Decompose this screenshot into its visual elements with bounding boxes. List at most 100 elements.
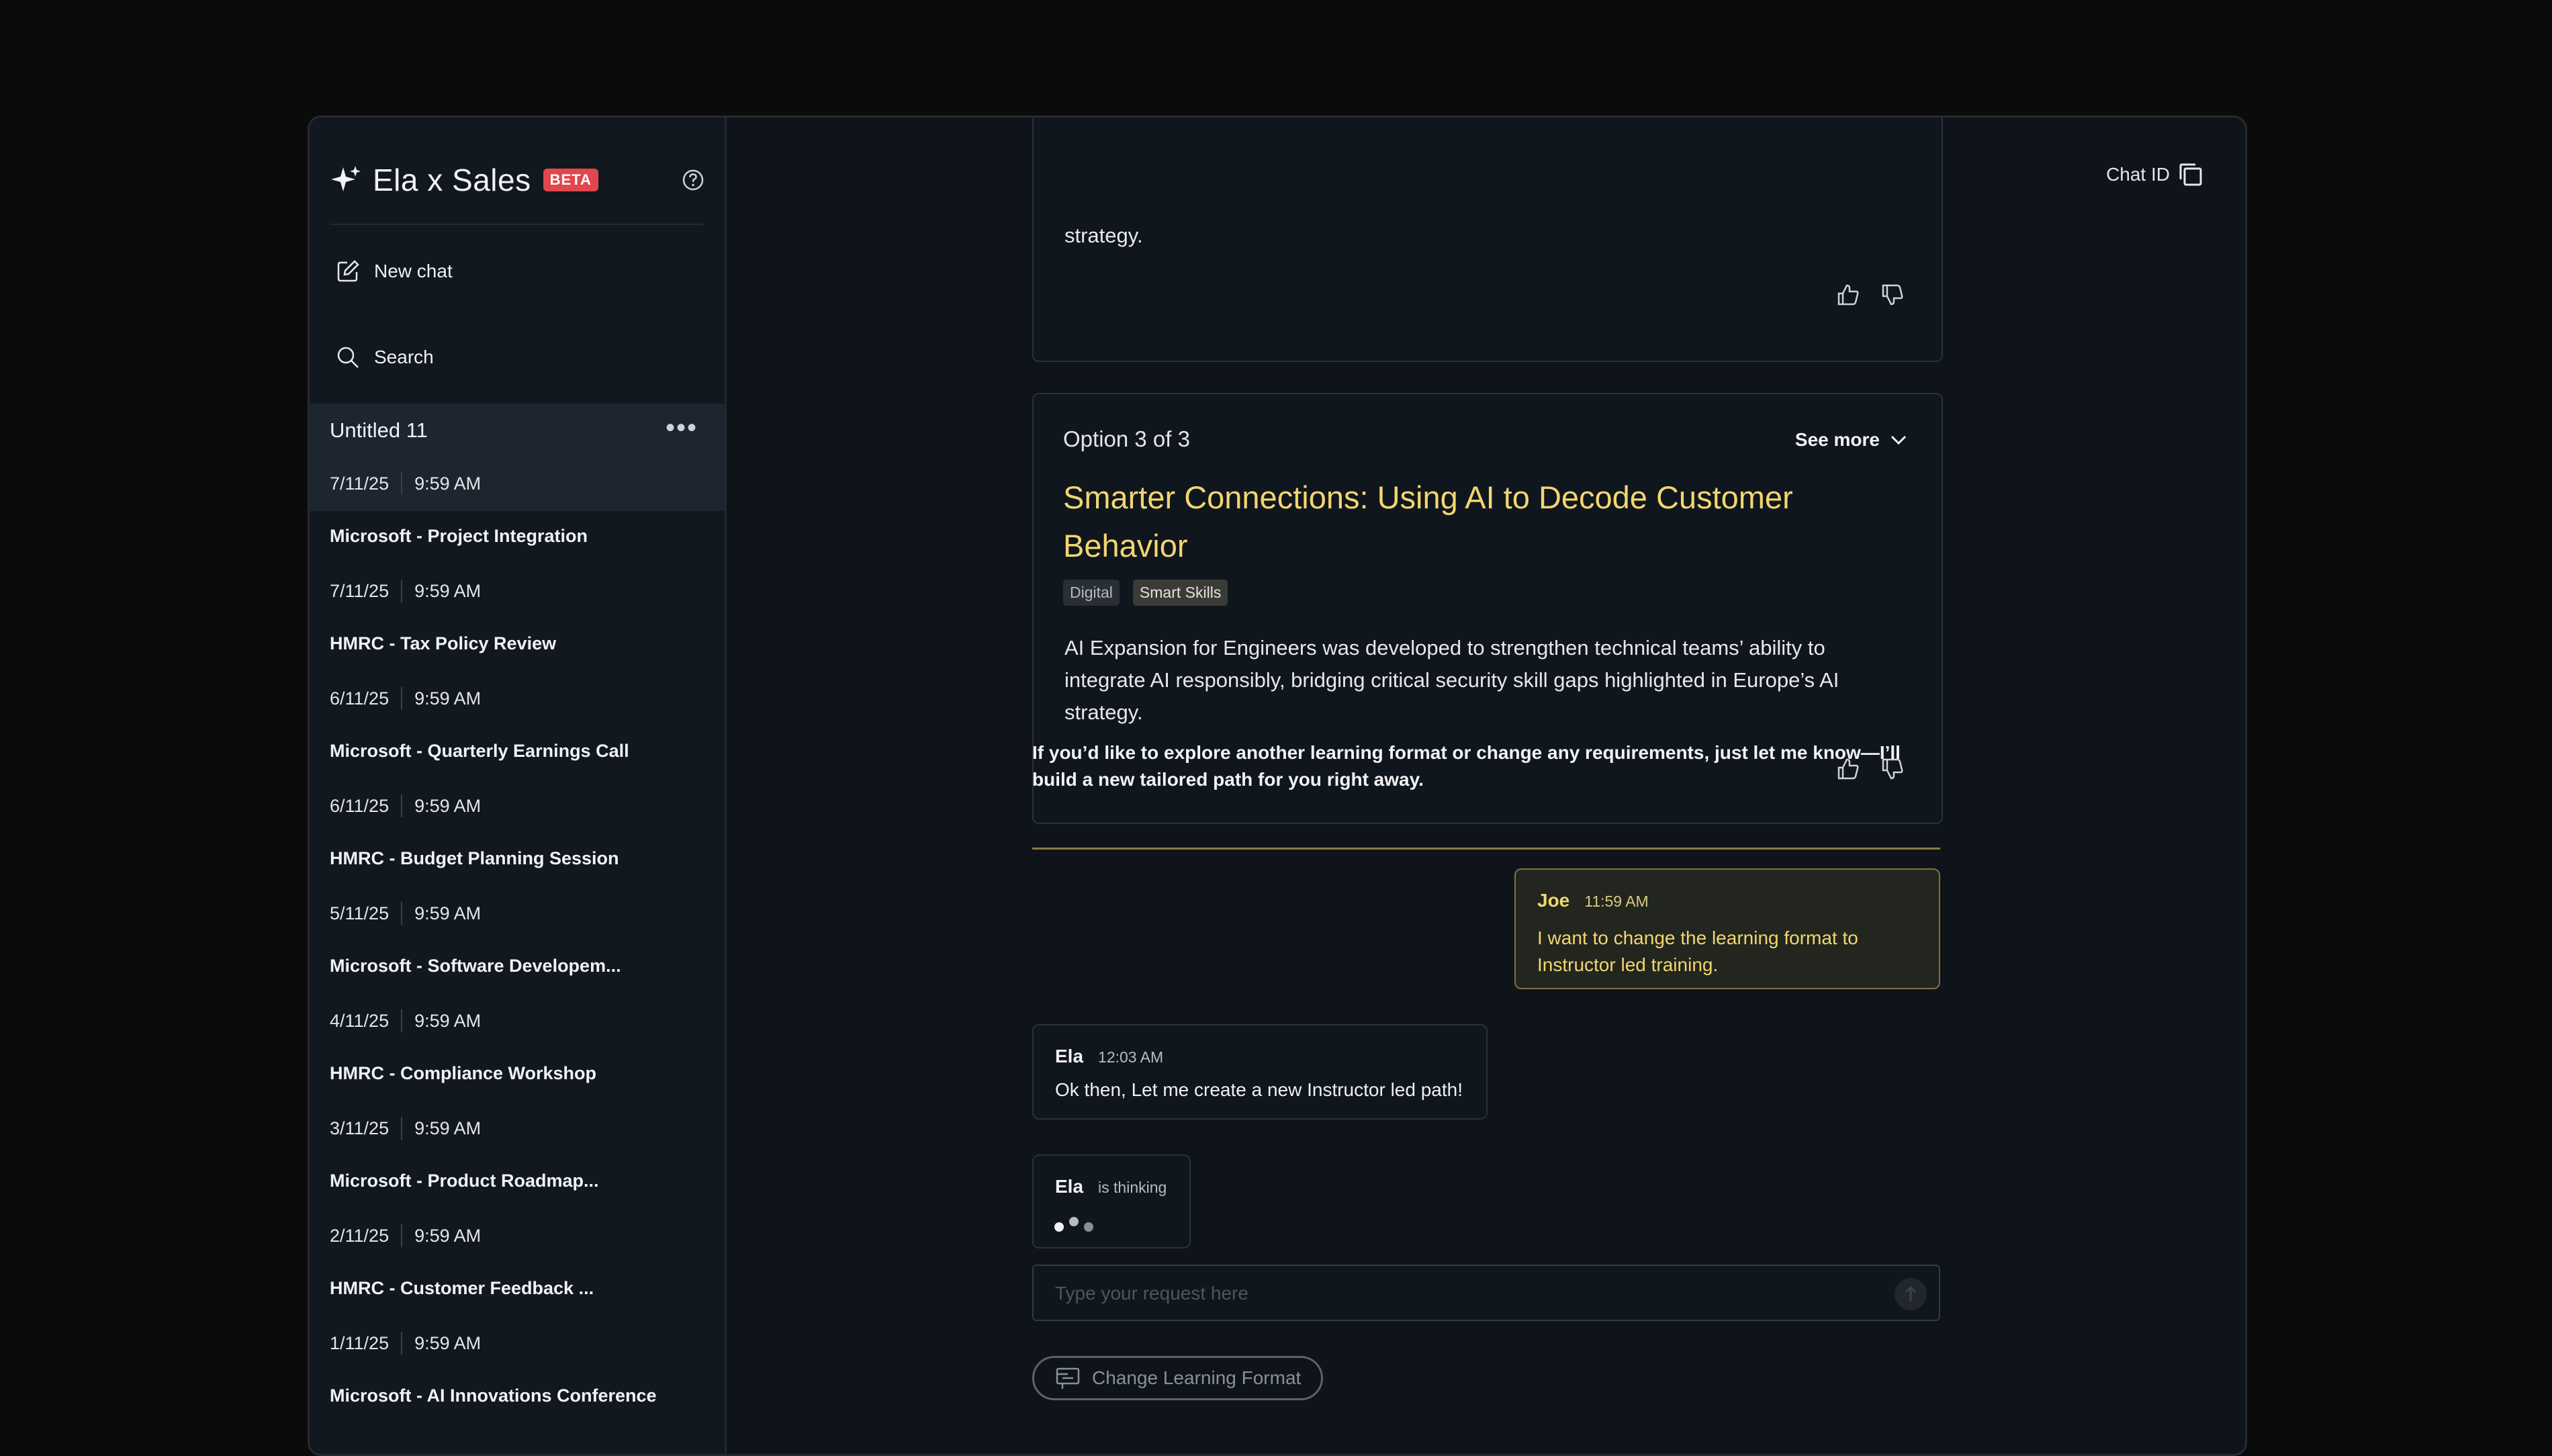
sender-name: Joe xyxy=(1537,890,1570,911)
history-item[interactable]: Microsoft - Product Roadmap... 2/11/25 9… xyxy=(310,1156,725,1263)
history-item-time: 9:59 AM xyxy=(414,795,482,816)
message-input[interactable] xyxy=(1054,1278,1862,1309)
message-time: 12:03 AM xyxy=(1098,1048,1164,1066)
option-tags: Digital Smart Skills xyxy=(1063,580,1228,606)
history-item-time: 9:59 AM xyxy=(414,1118,482,1138)
history-item-date: 3/11/25 xyxy=(330,1118,390,1138)
search-button[interactable]: Search xyxy=(335,340,434,374)
history-item-meta: 1/11/25 9:59 AM xyxy=(330,1332,481,1355)
meta-separator xyxy=(401,1009,403,1032)
sender-name: Ela xyxy=(1055,1176,1084,1197)
history-item-title: HMRC - Compliance Workshop xyxy=(330,1063,597,1083)
history-item-title: HMRC - Budget Planning Session xyxy=(330,848,619,868)
message-header: Joe 11:59 AM xyxy=(1537,890,1649,911)
history-item-meta: 7/11/25 9:59 AM xyxy=(330,580,481,602)
change-learning-format-label: Change Learning Format xyxy=(1092,1367,1302,1388)
new-chat-label: New chat xyxy=(374,261,453,281)
thumbs-down-icon[interactable] xyxy=(1880,283,1905,307)
history-item-title: HMRC - Tax Policy Review xyxy=(330,633,557,653)
history-item-title: Microsoft - Software Developem... xyxy=(330,956,621,976)
new-chat-button[interactable]: New chat xyxy=(335,255,453,288)
history-item-date: 7/11/25 xyxy=(330,580,390,601)
chat-id-label: Chat ID xyxy=(2106,164,2170,185)
change-learning-format-button[interactable]: Change Learning Format xyxy=(1032,1356,1324,1400)
history-item-date: 4/11/25 xyxy=(330,1010,390,1031)
tag-smart-skills: Smart Skills xyxy=(1132,580,1228,606)
history-item-time: 9:59 AM xyxy=(414,473,482,494)
history-item-meta: 7/11/25 9:59 AM xyxy=(330,472,481,495)
history-item-active[interactable]: Untitled 11 ••• 7/11/25 9:59 AM xyxy=(310,404,725,511)
brand: Ela x Sales BETA xyxy=(330,156,598,203)
history-item-date: 5/11/25 xyxy=(330,903,390,923)
sparkle-icon xyxy=(331,166,361,191)
user-message: Joe 11:59 AM I want to change the learni… xyxy=(1514,868,1940,989)
history-item[interactable]: HMRC - Budget Planning Session 5/11/25 9… xyxy=(310,833,725,941)
history-item-title: Microsoft - Quarterly Earnings Call xyxy=(330,741,629,761)
app-window: Ela x Sales BETA New chat Search Untitle… xyxy=(308,116,2247,1456)
message-composer xyxy=(1032,1265,1940,1321)
message-header: Ela 12:03 AM xyxy=(1055,1046,1163,1067)
history-item[interactable]: Microsoft - Quarterly Earnings Call 6/11… xyxy=(310,726,725,833)
send-icon[interactable] xyxy=(1895,1278,1927,1310)
see-more-label: See more xyxy=(1794,429,1880,450)
thumbs-up-icon[interactable] xyxy=(1836,283,1860,307)
meta-separator xyxy=(401,1332,403,1355)
search-icon xyxy=(337,347,359,368)
history-item[interactable]: HMRC - Compliance Workshop 3/11/25 9:59 … xyxy=(310,1048,725,1156)
typing-dots-icon xyxy=(1054,1217,1093,1232)
history-item-meta: 2/11/25 9:59 AM xyxy=(330,1224,481,1247)
meta-separator xyxy=(401,794,403,817)
section-divider xyxy=(1032,848,1940,850)
sidebar-divider xyxy=(330,224,703,225)
history-item-title: HMRC - Customer Feedback ... xyxy=(330,1278,594,1298)
see-more-button[interactable]: See more xyxy=(1795,429,1909,451)
option-description: AI Expansion for Engineers was developed… xyxy=(1064,636,1839,724)
chat-history-list: Untitled 11 ••• 7/11/25 9:59 AM Microsof… xyxy=(310,404,725,1454)
history-item-time: 9:59 AM xyxy=(414,1225,482,1246)
message-time: 11:59 AM xyxy=(1584,893,1649,910)
history-item-time: 9:59 AM xyxy=(414,1332,482,1353)
history-item-date: 2/11/25 xyxy=(330,1225,390,1246)
history-item-date: 7/11/25 xyxy=(330,473,390,494)
sender-name: Ela xyxy=(1055,1046,1084,1066)
meta-separator xyxy=(401,580,403,602)
assistant-message: Ela 12:03 AM Ok then, Let me create a ne… xyxy=(1032,1024,1488,1120)
assistant-followup-text: If you’d like to explore another learnin… xyxy=(1032,742,1901,790)
history-item-time: 9:59 AM xyxy=(414,1010,482,1031)
meta-separator xyxy=(401,902,403,925)
history-item-title: Microsoft - Project Integration xyxy=(330,526,588,546)
sidebar: Ela x Sales BETA New chat Search Untitle… xyxy=(310,118,727,1454)
search-label: Search xyxy=(374,347,434,367)
tag-digital: Digital xyxy=(1063,580,1120,606)
history-item-time: 9:59 AM xyxy=(414,903,482,923)
history-item-date: 6/11/25 xyxy=(330,795,390,816)
meta-separator xyxy=(401,1224,403,1247)
history-item-meta: 6/11/25 9:59 AM xyxy=(330,794,481,817)
history-item-title: Microsoft - AI Innovations Conference xyxy=(330,1385,657,1406)
format-icon xyxy=(1056,1367,1080,1389)
history-item-meta: 4/11/25 9:59 AM xyxy=(330,1009,481,1032)
chat-id-button[interactable]: Chat ID xyxy=(2106,161,2205,189)
thinking-status: is thinking xyxy=(1098,1179,1167,1196)
history-item-time: 9:59 AM xyxy=(414,688,482,709)
option-label: Option 3 of 3 xyxy=(1063,426,1190,451)
meta-separator xyxy=(401,472,403,495)
history-item-title: Untitled 11 xyxy=(330,418,428,442)
history-item[interactable]: Microsoft - Software Developem... 4/11/2… xyxy=(310,941,725,1048)
chevron-down-icon xyxy=(1890,435,1907,445)
history-item-meta: 3/11/25 9:59 AM xyxy=(330,1117,481,1140)
edit-icon xyxy=(337,260,359,282)
history-item[interactable]: Microsoft - Project Integration 7/11/25 … xyxy=(310,511,725,619)
more-icon[interactable]: ••• xyxy=(666,414,698,441)
message-text: I want to change the learning format to … xyxy=(1537,927,1858,975)
history-item-date: 1/11/25 xyxy=(330,1332,390,1353)
brand-title: Ela x Sales xyxy=(373,163,531,197)
meta-separator xyxy=(401,1117,403,1140)
history-item[interactable]: Microsoft - AI Innovations Conference xyxy=(310,1371,725,1454)
message-header: Ela is thinking xyxy=(1055,1176,1167,1197)
feedback-buttons xyxy=(1836,283,1905,307)
help-icon[interactable] xyxy=(682,169,704,191)
history-item-meta: 6/11/25 9:59 AM xyxy=(330,687,481,710)
history-item[interactable]: HMRC - Customer Feedback ... 1/11/25 9:5… xyxy=(310,1263,725,1371)
history-item[interactable]: HMRC - Tax Policy Review 6/11/25 9:59 AM xyxy=(310,619,725,726)
